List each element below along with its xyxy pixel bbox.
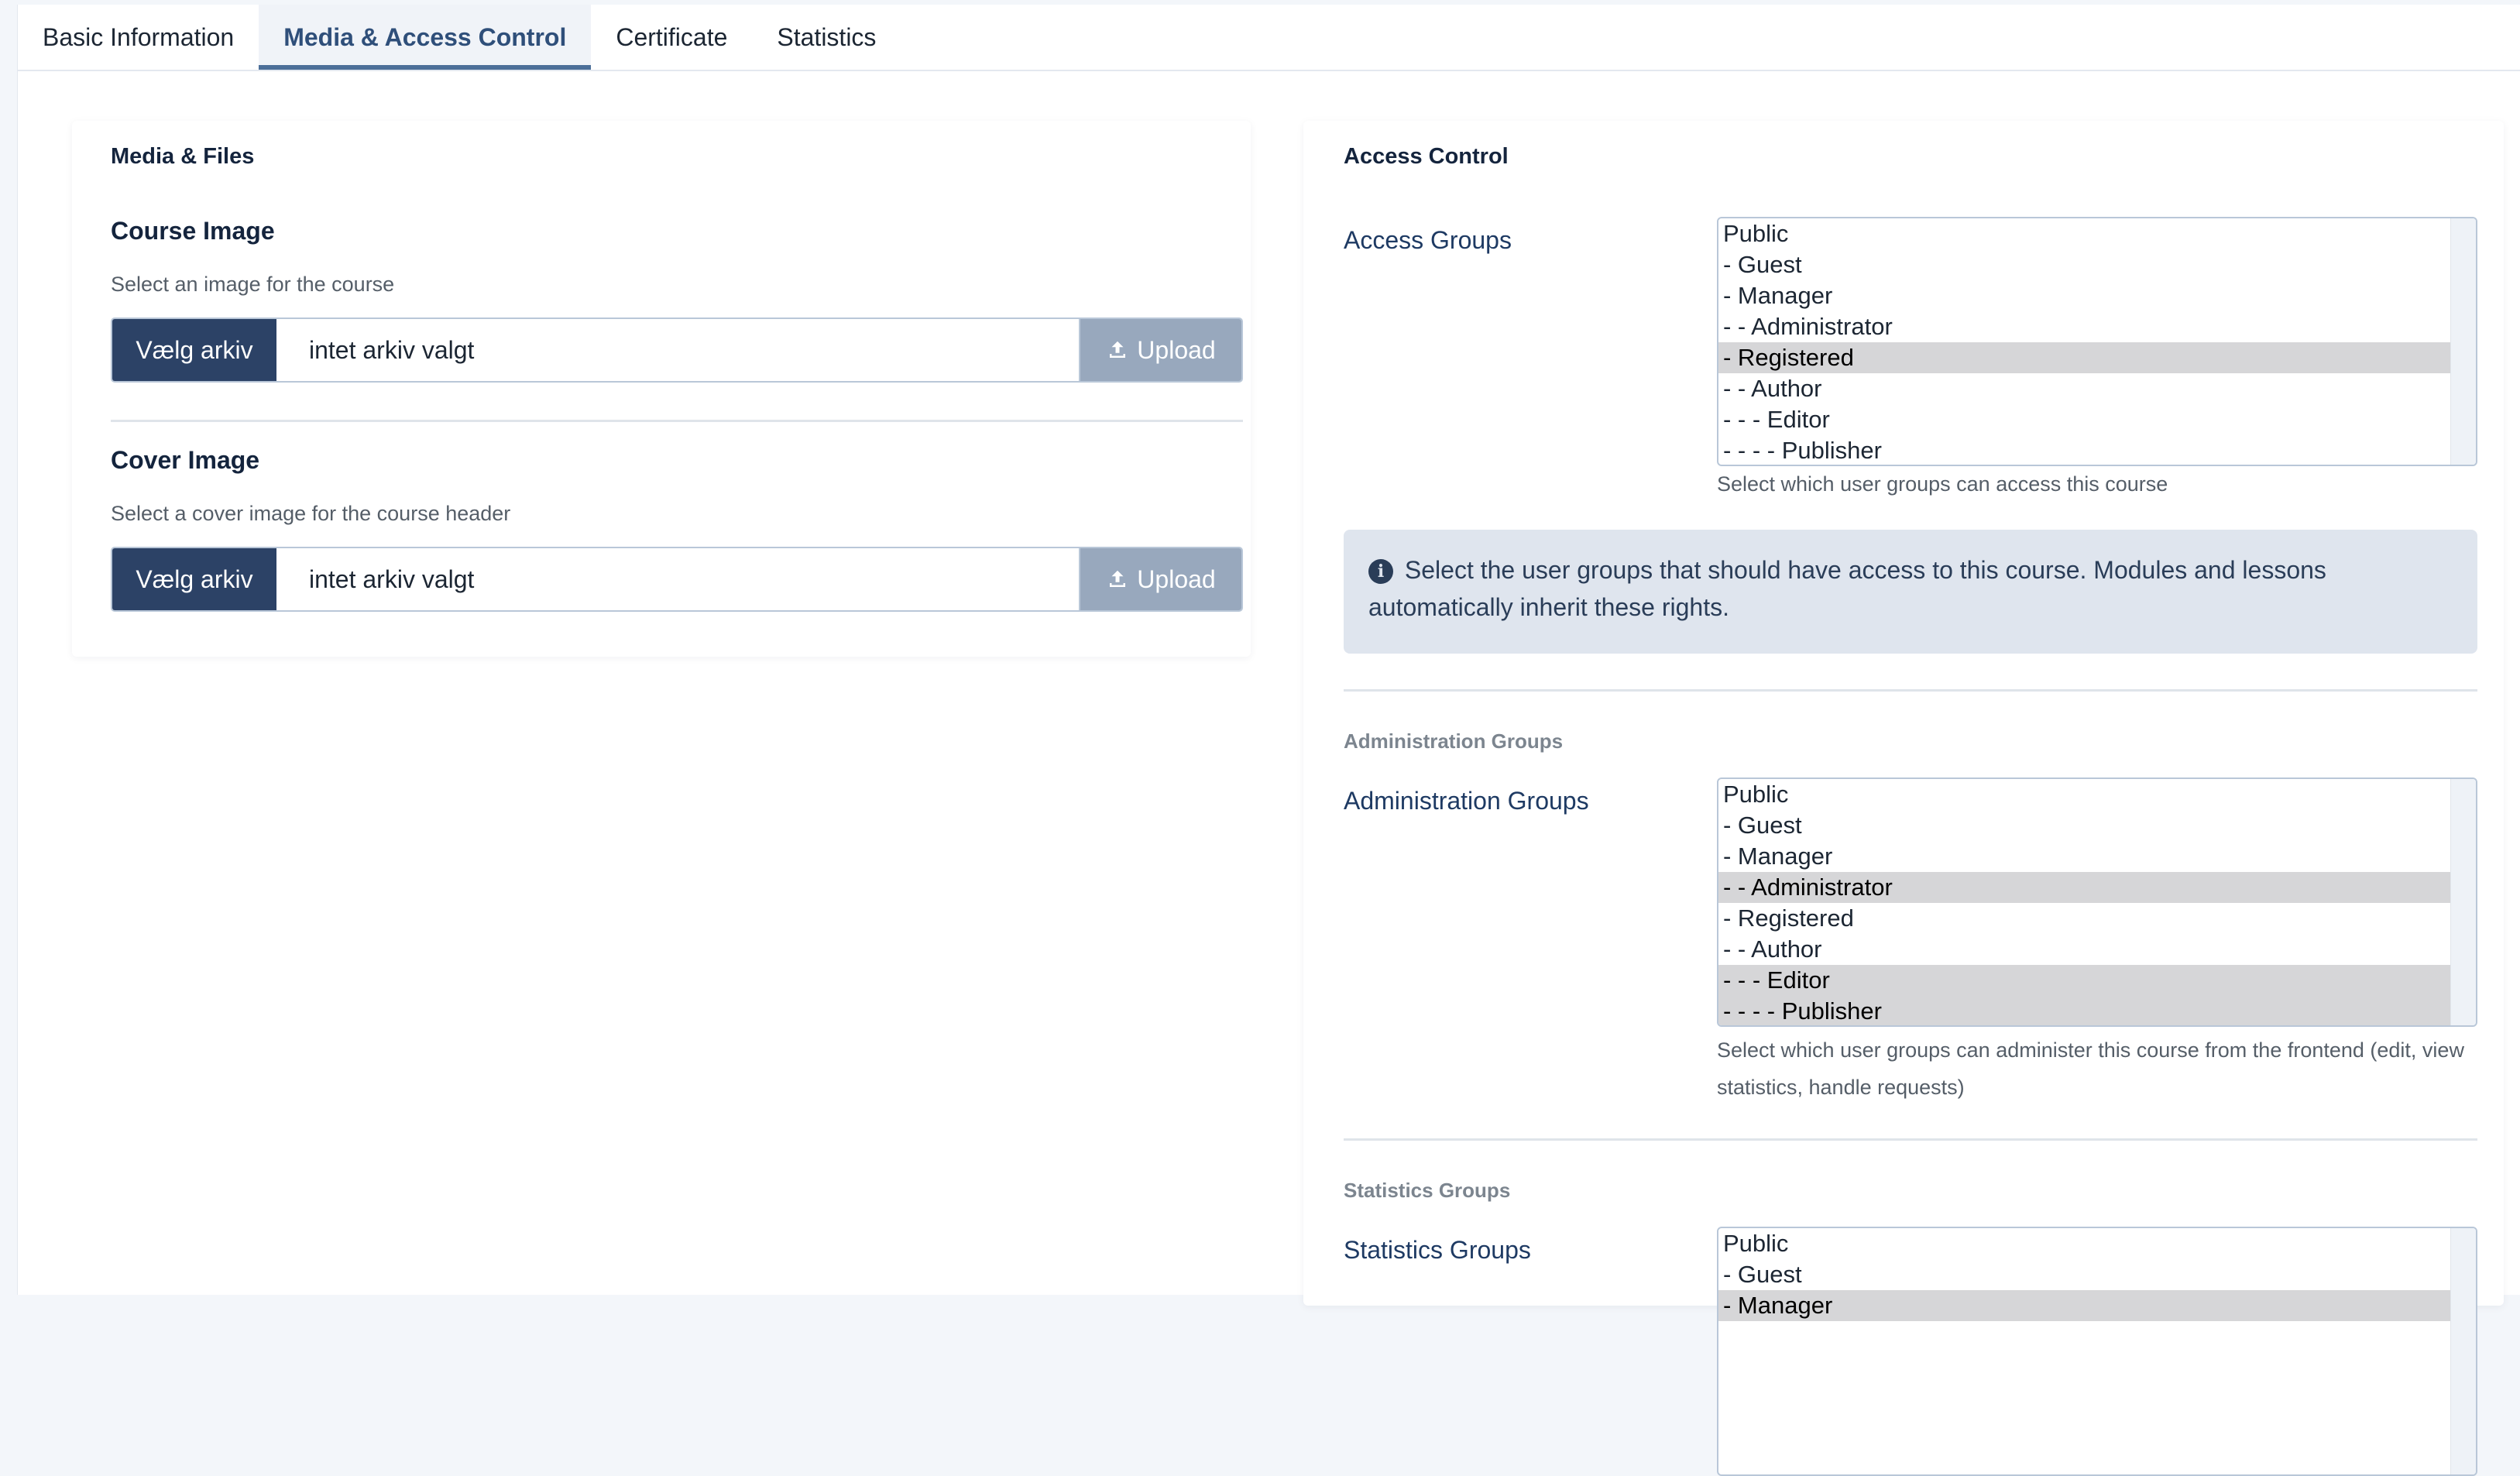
cover-image-hint: Select a cover image for the course head…: [111, 502, 511, 525]
upload-label: Upload: [1137, 565, 1216, 593]
listbox-option[interactable]: - - Administrator: [1718, 311, 2451, 342]
statistics-groups-select[interactable]: Public - Guest - Manager: [1717, 1227, 2477, 1476]
info-icon: i: [1368, 559, 1393, 584]
listbox-option[interactable]: - Manager: [1718, 1290, 2451, 1321]
listbox-option[interactable]: - - - Editor: [1718, 404, 2451, 435]
access-groups-hint: Select which user groups can access this…: [1717, 472, 2168, 496]
cover-image-title: Cover Image: [111, 446, 260, 474]
listbox-option[interactable]: - - - - Publisher: [1718, 435, 2451, 465]
listbox-scrollbar[interactable]: [2450, 779, 2476, 1025]
course-image-title: Course Image: [111, 217, 275, 245]
administration-section-title: Administration Groups: [1344, 729, 1564, 753]
tab-statistics[interactable]: Statistics: [752, 5, 901, 70]
cover-image-upload-button[interactable]: Upload: [1079, 548, 1241, 610]
listbox-option[interactable]: Public: [1718, 218, 2451, 249]
divider: [1344, 689, 2477, 692]
listbox-option[interactable]: - Registered: [1718, 903, 2451, 934]
statistics-section-title: Statistics Groups: [1344, 1179, 1511, 1202]
media-files-title: Media & Files: [111, 144, 255, 169]
access-control-card: Access Control Access Groups Public - Gue…: [1303, 121, 2504, 1476]
listbox-option[interactable]: - Guest: [1718, 249, 2451, 280]
course-image-file-input: Vælg arkiv intet arkiv valgt Upload: [111, 318, 1243, 383]
upload-icon: [1110, 341, 1126, 358]
listbox-option[interactable]: Public: [1718, 1228, 2451, 1259]
course-image-choose-button[interactable]: Vælg arkiv: [112, 319, 276, 381]
tab-certificate[interactable]: Certificate: [591, 5, 752, 70]
listbox-option[interactable]: - - Administrator: [1718, 872, 2451, 903]
divider: [111, 420, 1243, 422]
listbox-option[interactable]: - Registered: [1718, 342, 2451, 373]
page-content: Basic Information Media & Access Control…: [17, 5, 2520, 1476]
listbox-option[interactable]: - - Author: [1718, 373, 2451, 404]
listbox-option[interactable]: - Guest: [1718, 810, 2451, 841]
divider: [1344, 1138, 2477, 1141]
course-image-hint: Select an image for the course: [111, 273, 395, 296]
upload-label: Upload: [1137, 335, 1216, 364]
access-control-title: Access Control: [1344, 144, 1509, 169]
listbox-option[interactable]: - - - Editor: [1718, 965, 2451, 996]
info-alert-text: Select the user groups that should have …: [1368, 556, 2326, 621]
course-image-upload-button[interactable]: Upload: [1079, 319, 1241, 381]
listbox-option[interactable]: - Manager: [1718, 280, 2451, 311]
administration-groups-hint: Select which user groups can administer …: [1717, 1038, 2464, 1099]
listbox-scrollbar[interactable]: [2450, 1228, 2476, 1474]
course-image-file-name[interactable]: intet arkiv valgt: [276, 319, 1079, 381]
cover-image-choose-button[interactable]: Vælg arkiv: [112, 548, 276, 610]
listbox-option[interactable]: - Guest: [1718, 1259, 2451, 1290]
cover-image-file-name[interactable]: intet arkiv valgt: [276, 548, 1079, 610]
access-groups-label: Access Groups: [1344, 226, 1512, 254]
tab-basic-information[interactable]: Basic Information: [18, 5, 259, 70]
listbox-option[interactable]: - - - - Publisher: [1718, 996, 2451, 1025]
media-files-card: Media & Files Course Image Select an ima…: [72, 121, 1251, 657]
listbox-option[interactable]: - - Author: [1718, 934, 2451, 965]
listbox-option[interactable]: - Manager: [1718, 841, 2451, 872]
cover-image-file-input: Vælg arkiv intet arkiv valgt Upload: [111, 547, 1243, 612]
listbox-scrollbar[interactable]: [2450, 218, 2476, 465]
tab-media-access-control[interactable]: Media & Access Control: [259, 5, 592, 70]
tab-bar: Basic Information Media & Access Control…: [18, 5, 2520, 71]
access-groups-select[interactable]: Public - Guest - Manager - - Administrator -…: [1717, 217, 2477, 466]
statistics-groups-label: Statistics Groups: [1344, 1236, 1531, 1264]
administration-groups-label: Administration Groups: [1344, 787, 1589, 815]
administration-groups-select[interactable]: Public - Guest - Manager - - Administrator -…: [1717, 777, 2477, 1027]
info-alert: i Select the user groups that should hav…: [1344, 530, 2477, 654]
listbox-option[interactable]: Public: [1718, 779, 2451, 810]
upload-icon: [1110, 570, 1126, 587]
